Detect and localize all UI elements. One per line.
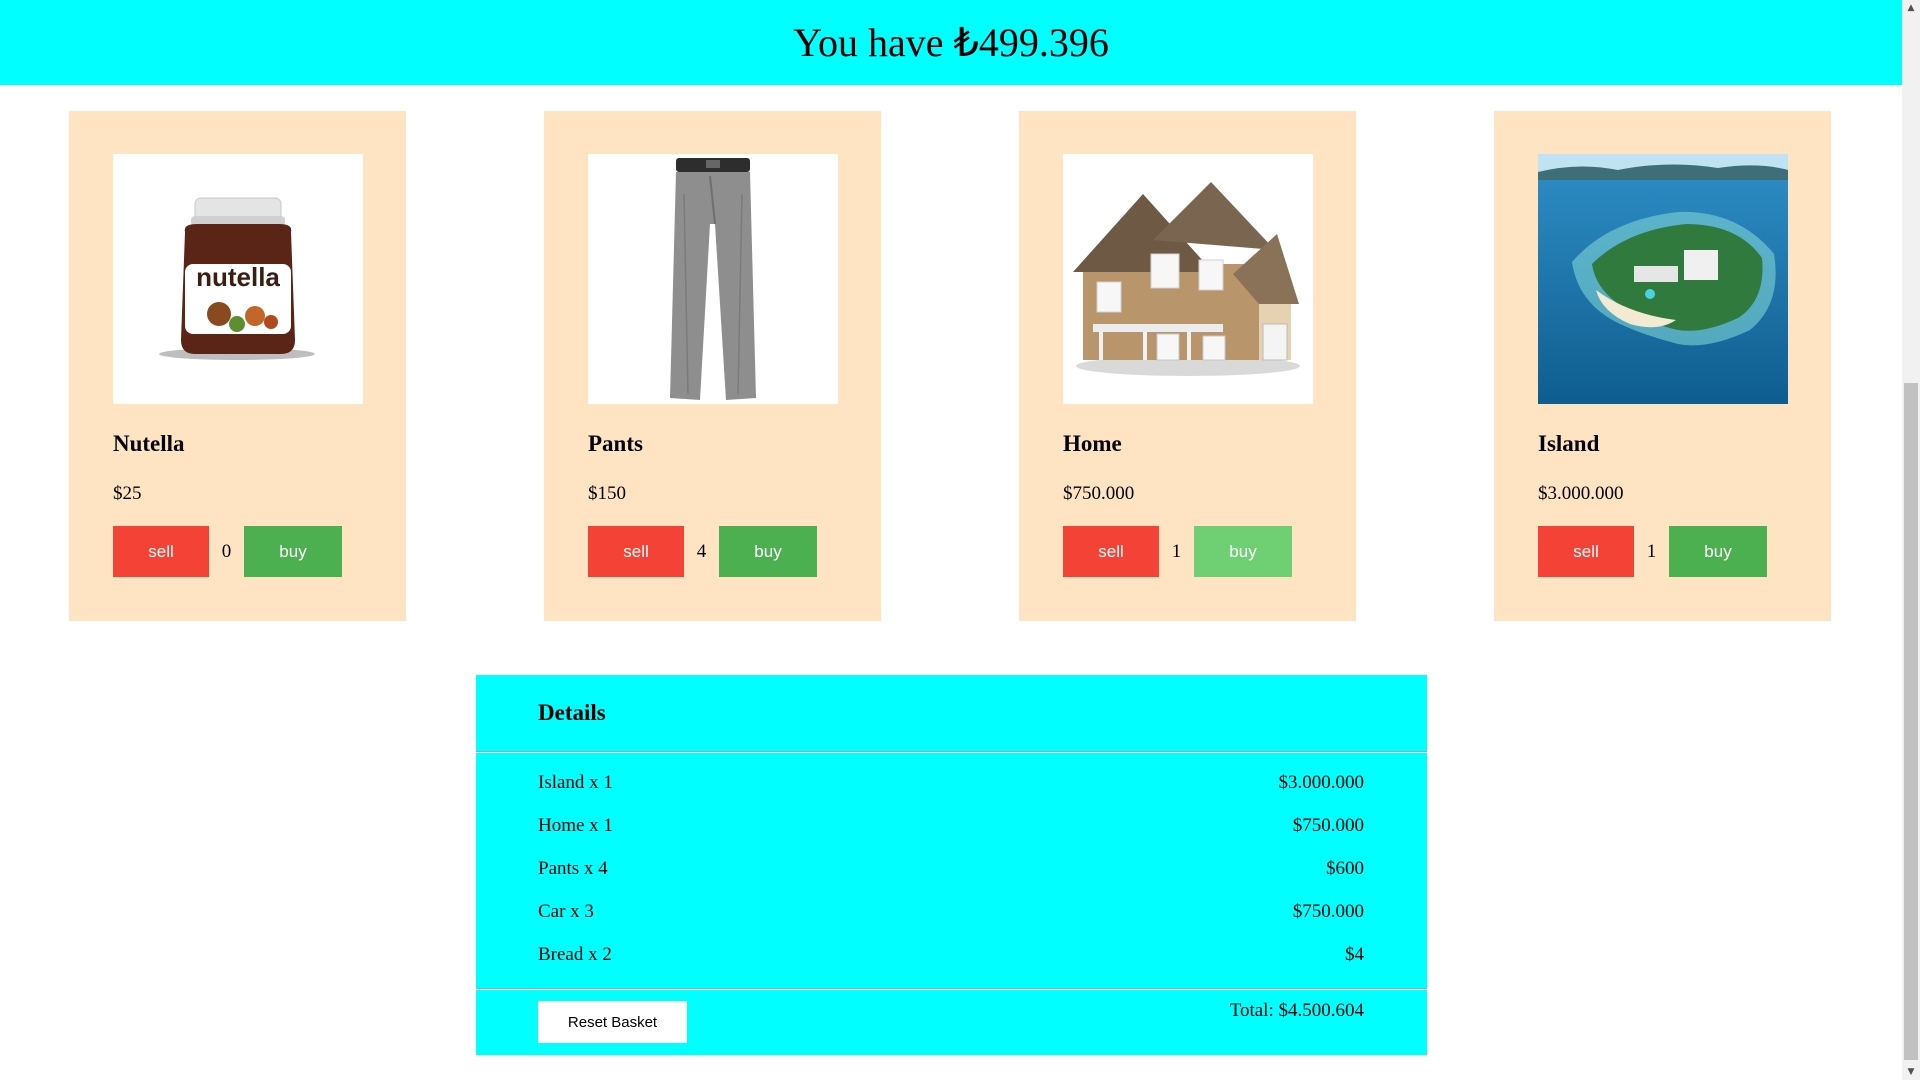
detail-label: Home x 1 [538,815,613,836]
detail-amount: $4 [1345,944,1364,965]
product-name: Island [1538,431,1600,456]
sell-button[interactable]: sell [1538,526,1634,577]
buy-button[interactable]: buy [1669,526,1767,577]
grey-pants-image [588,154,838,404]
detail-row: Home x 1 $750.000 [538,815,1364,845]
detail-label: Island x 1 [538,772,613,793]
detail-label: Pants x 4 [538,858,608,879]
product-price: $3.000.000 [1538,483,1624,504]
product-price: $150 [588,483,626,504]
product-name: Home [1063,431,1122,456]
detail-row: Pants x 4 $600 [538,858,1364,888]
product-controls: sell 0 buy [113,526,342,577]
island-aerial-image [1538,154,1788,404]
buy-button[interactable]: buy [1194,526,1292,577]
scroll-up-icon[interactable]: ▲ [1902,0,1920,16]
product-list: nutella Nutella $25 sell 0 buy Pants $15… [0,111,1902,621]
scroll-thumb[interactable] [1904,383,1918,1060]
product-card: Pants $150 sell 4 buy [544,111,881,621]
balance-header: You have ₺499.396 [0,0,1902,85]
quantity-value: 1 [1646,540,1657,562]
product-price: $25 [113,483,142,504]
total-amount: Total: $4.500.604 [1229,1000,1364,1021]
vertical-scrollbar[interactable]: ▲ ▼ [1902,0,1920,1080]
divider [476,988,1427,990]
product-card: nutella Nutella $25 sell 0 buy [69,111,406,621]
scroll-down-icon[interactable]: ▼ [1902,1064,1920,1080]
sell-button[interactable]: sell [588,526,684,577]
detail-label: Bread x 2 [538,944,612,965]
product-price: $750.000 [1063,483,1135,504]
detail-row: Island x 1 $3.000.000 [538,772,1364,802]
sell-button[interactable]: sell [113,526,209,577]
product-name: Nutella [113,431,185,456]
product-controls: sell 1 buy [1538,526,1767,577]
nutella-jar-image: nutella [113,154,363,404]
detail-amount: $750.000 [1292,815,1364,836]
balance-title: You have ₺499.396 [793,20,1109,65]
detail-amount: $3.000.000 [1278,772,1365,793]
product-name: Pants [588,431,643,456]
divider [476,751,1427,753]
page: You have ₺499.396 nutella Nutella $25 se… [0,0,1902,1080]
product-card: Home $750.000 sell 1 buy [1019,111,1356,621]
buy-button[interactable]: buy [244,526,342,577]
quantity-value: 4 [696,540,707,562]
detail-label: Car x 3 [538,901,594,922]
details-header: Details [476,675,1427,751]
buy-button[interactable]: buy [719,526,817,577]
quantity-value: 0 [221,540,232,562]
product-card: Island $3.000.000 sell 1 buy [1494,111,1831,621]
detail-amount: $750.000 [1292,901,1364,922]
svg-text:nutella: nutella [196,262,280,292]
details-panel: Details Island x 1 $3.000.000 Home x 1 $… [476,675,1427,1055]
detail-amount: $600 [1326,858,1364,879]
house-image [1063,154,1313,404]
product-controls: sell 1 buy [1063,526,1292,577]
reset-basket-button[interactable]: Reset Basket [538,1001,687,1043]
detail-row: Bread x 2 $4 [538,944,1364,974]
quantity-value: 1 [1171,540,1182,562]
product-controls: sell 4 buy [588,526,817,577]
sell-button[interactable]: sell [1063,526,1159,577]
details-title: Details [538,700,606,725]
detail-row: Car x 3 $750.000 [538,901,1364,931]
